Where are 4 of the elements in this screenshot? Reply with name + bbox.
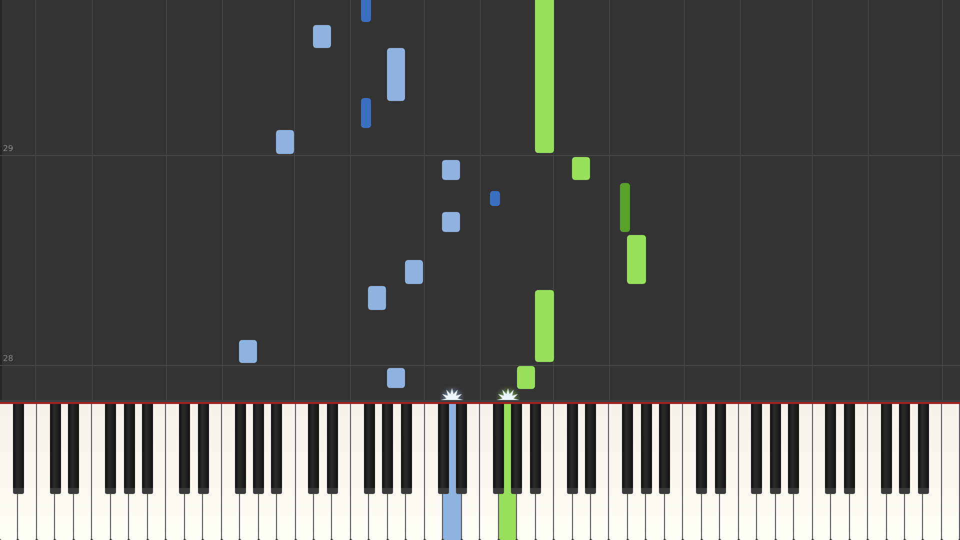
measure-number: 28: [3, 354, 14, 364]
measure-number: 29: [3, 144, 14, 154]
sparkle-icon: [496, 386, 520, 400]
sparkle-icon: [440, 386, 464, 400]
